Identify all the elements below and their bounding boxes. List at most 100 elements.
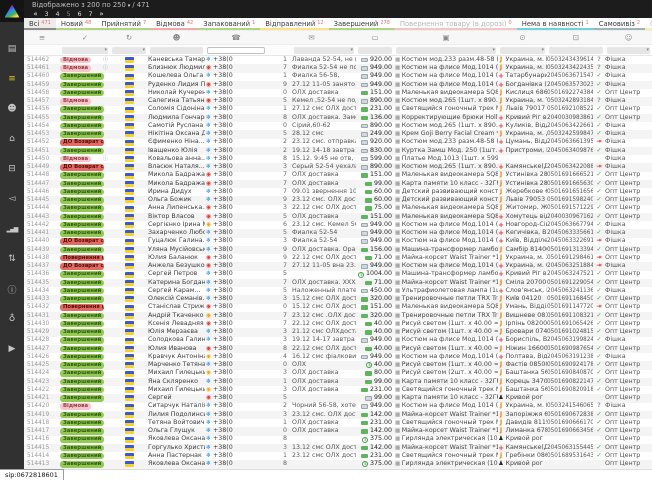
order-row[interactable]: 514453ЗавершенийНікітіна Оксана Дми...❄+… [24, 130, 652, 138]
sidebar-item-support[interactable]: ♁ [0, 304, 24, 334]
order-row[interactable]: 514440ДО Возврат ск...Гуцалюк Галина...❄… [24, 238, 652, 246]
order-row[interactable]: 514460ЗавершенийКошелева Ольга Ар...❄+38… [24, 73, 652, 81]
order-row[interactable]: 514426ЗавершенийКравчук Антоніна◉+38(041… [24, 353, 652, 361]
order-row[interactable]: 514462ВідмоваⓘКаневська Тамара ...❄+38(0… [24, 56, 652, 64]
order-row[interactable]: 514436ЗавершенийСергей Петров❄+38(05$100… [24, 271, 652, 279]
order-row[interactable]: 514421ЗавершенийСергей◉+38(0599.00▦Карта… [24, 394, 652, 402]
column-header-money[interactable]: ▭ [356, 33, 394, 42]
sidebar-item-statistics[interactable]: ▂▄▆ [0, 214, 24, 244]
order-row[interactable]: 514423ЗавершенийЯна Скляренко❄+38(01ОЛХ … [24, 378, 652, 386]
order-row[interactable]: 514437ДО Возврат ск...Анжела Безушко...◉… [24, 262, 652, 270]
order-row[interactable]: 514445ЗавершенийОльга Божик❄+38(0923.12 … [24, 196, 652, 204]
order-row[interactable]: 514433ЗавершенийОлексій Семанів...❄+38(0… [24, 295, 652, 303]
sidebar-item-info[interactable]: ⓘ [0, 274, 24, 304]
order-row[interactable]: 514459ЗавершенийРуденко Лидия Пав...◉+38… [24, 81, 652, 89]
order-row[interactable]: 514416ЗавершенийЯковлева Оксана...❄+38(0… [24, 436, 652, 444]
order-row[interactable]: 514461ВідмоваⓘБлизнюк Людмила ...◉+38(07… [24, 64, 652, 72]
order-row[interactable]: 514441ЗавершенийЗахарченко Любов...❄+38(… [24, 229, 652, 237]
order-row[interactable]: 514438Повернення (з...Юлия Баланюк◉+38(0… [24, 254, 652, 262]
order-row[interactable]: 514457ВідмоваСалегина Татьяна С...◉+38(0… [24, 97, 652, 105]
order-row[interactable]: 514444ЗавершенийАнна Липенська...◉+38(03… [24, 205, 652, 213]
order-row[interactable]: 514458ЗавершенийНиколай Кучеренко❄+38(00… [24, 89, 652, 97]
order-row[interactable]: 514455ЗавершенийЛюдмила Гончарова❄+38(08… [24, 114, 652, 122]
tab-out-of-stock[interactable]: Нема в наявності1 [517, 18, 594, 30]
filter-amount-input[interactable] [356, 45, 394, 55]
filter-location-dropdown[interactable]: ▾ [498, 45, 547, 55]
order-row[interactable]: 514420ВідмоваСитарчук Наталія З...❄+38(0… [24, 403, 652, 411]
column-header-tracking[interactable]: ⊡ [547, 33, 605, 42]
order-row[interactable]: 514432Повернення (з...Станіслав Стрижак◉… [24, 304, 652, 312]
order-row[interactable]: 514448ЗавершенийМикола Бадражан◉+38(07ОЛ… [24, 172, 652, 180]
sidebar-item-settings[interactable]: ⇅ [0, 244, 24, 274]
chevron-down-icon[interactable]: ▾ [128, 3, 131, 9]
column-header-client[interactable]: ☻ [148, 33, 205, 42]
tab-packed[interactable]: Запакований1 [198, 18, 260, 30]
order-row[interactable]: 514413ЗавершенийЯковлева Оксана...❄+38(0… [24, 460, 652, 468]
tab-return-transit[interactable]: Повернення товару (в дорозі)0 [395, 18, 517, 30]
filter-status-dropdown[interactable]: ▾ [60, 45, 110, 55]
column-header-product[interactable]: ▣ [394, 33, 498, 42]
sidebar-item-dashboard[interactable]: ▤ [0, 34, 24, 64]
filter-client-input[interactable] [148, 45, 205, 55]
order-row[interactable]: 514451ЗавершенийІващенко Юлія❄+38(0219.1… [24, 147, 652, 155]
sidebar-item-purchases[interactable]: ⊟ [0, 154, 24, 184]
order-row[interactable]: 514456ЗавершенийСоломія Сідоніна❄+38(012… [24, 106, 652, 114]
app-logo[interactable] [0, 0, 24, 22]
order-row[interactable]: 514417ЗавершенийОльга Глущук❄+38(00ОЛХ д… [24, 427, 652, 435]
filter-ttn-input[interactable] [547, 45, 605, 55]
tab-all[interactable]: Всі471 [24, 18, 56, 30]
tab-accepted[interactable]: Прийнятий7 [96, 18, 151, 30]
tab-sent[interactable]: Відправлений12 [260, 18, 328, 30]
column-header-id[interactable]: ≡ [24, 33, 60, 42]
order-row[interactable]: 514419ЗавершенийЛилия Подолинська...❄+38… [24, 411, 652, 419]
filter-comment-dropdown[interactable]: ▾ [292, 45, 356, 55]
order-row[interactable]: 514414ЗавершенийАнна Пастернак❄+38(0123.… [24, 452, 652, 460]
page-button-3[interactable]: 3 [43, 10, 50, 18]
last-page-button[interactable]: » [98, 10, 105, 18]
order-row[interactable]: 514422ЗавершенийМихаил Гилецький◉+38(03О… [24, 386, 652, 394]
order-row[interactable]: 514415ЗавершенийГоргулько Христина...❄+3… [24, 444, 652, 452]
column-header-manager[interactable]: ☺ [605, 33, 652, 42]
order-row[interactable]: 514447ЗавершенийМикола Бадражан◉+38(07ОЛ… [24, 180, 652, 188]
sidebar-item-video[interactable]: ▶ [0, 334, 24, 364]
tab-new[interactable]: Новий48 [56, 18, 97, 30]
page-button-4[interactable]: 4 [54, 10, 61, 18]
order-row[interactable]: 514430ЗавершенийКсенія Левадняя◉+38(0722… [24, 320, 652, 328]
order-row[interactable]: 514439ЗавершенийУляна Мусійовська❄+38(09… [24, 246, 652, 254]
filter-product-dropdown[interactable]: ▾ [394, 45, 498, 55]
tab-pickup[interactable]: Самовивіз2 [594, 18, 645, 30]
order-row[interactable]: 514446ЗавершенийИрина Дидух❄+38(0709.01 … [24, 188, 652, 196]
filter-date-dropdown[interactable]: ▾ [110, 45, 148, 55]
column-header-date[interactable]: ↻ [110, 33, 148, 42]
order-row[interactable]: 514424ЗавершенийМихаил Гилецький◉+38(03О… [24, 370, 652, 378]
filter-store-dropdown[interactable]: ▾ [605, 45, 652, 55]
order-row[interactable]: 514427ЗавершенийЮлия Иванова◉+38(0822.12… [24, 345, 652, 353]
column-header-status[interactable]: ✓ [60, 33, 110, 42]
column-header-comment[interactable]: ✉ [267, 33, 356, 42]
order-row[interactable]: 514443ЗавершенийВіктор Власов◉+38(05ОЛХ … [24, 213, 652, 221]
first-page-button[interactable]: « [32, 10, 39, 18]
order-row[interactable]: 514452ДО Возврат ск...Єфименко Ніна...❄+… [24, 139, 652, 147]
order-row[interactable]: 514428ЗавершенийСолодкова Галина В...❄+3… [24, 337, 652, 345]
order-row[interactable]: 514434ЗавершенийСергей Карам...❄+38(05На… [24, 287, 652, 295]
order-row[interactable]: 514450ВідмоваⓘКовальова анна...❄+38(0815… [24, 155, 652, 163]
page-button-7[interactable]: 7 [87, 10, 94, 18]
sidebar-item-orders[interactable]: ≡ [0, 64, 24, 94]
sidebar-item-warehouse[interactable]: ⌂ [0, 124, 24, 154]
column-header-phone[interactable]: ☎ [205, 33, 267, 42]
order-row[interactable]: 514435ЗавершенийКатерина Богдан...❄+38(0… [24, 279, 652, 287]
tab-refused[interactable]: Відмова42 [151, 18, 198, 30]
sip-call-indicator[interactable]: sip:0672818601 [0, 469, 64, 480]
order-row[interactable]: 514449ДО Возврат ск...Власюк Наталя...❄+… [24, 163, 652, 171]
tab-services[interactable]: Сервіси0 [645, 18, 652, 30]
sidebar-item-marketing[interactable]: ◅ [0, 184, 24, 214]
order-row[interactable]: 514425ЗавершенийМарченко Тетяна❄+38(00ОЛ… [24, 361, 652, 369]
tab-completed[interactable]: Завершений278 [329, 18, 395, 30]
page-button-6[interactable]: 6 [76, 10, 83, 18]
sidebar-item-clients[interactable]: ☻ [0, 94, 24, 124]
order-row[interactable]: 514442ЗавершенийСергієнко Ірина Ми...◉+3… [24, 221, 652, 229]
order-row[interactable]: 514431ЗавершенийАндрій Ткаченко◉+38(0723… [24, 312, 652, 320]
page-button-5[interactable]: 5 [65, 10, 72, 18]
order-row[interactable]: 514418ЗавершенийТетяна Войтович...❄+38(0… [24, 419, 652, 427]
column-header-location[interactable]: ⊙ [498, 33, 547, 42]
